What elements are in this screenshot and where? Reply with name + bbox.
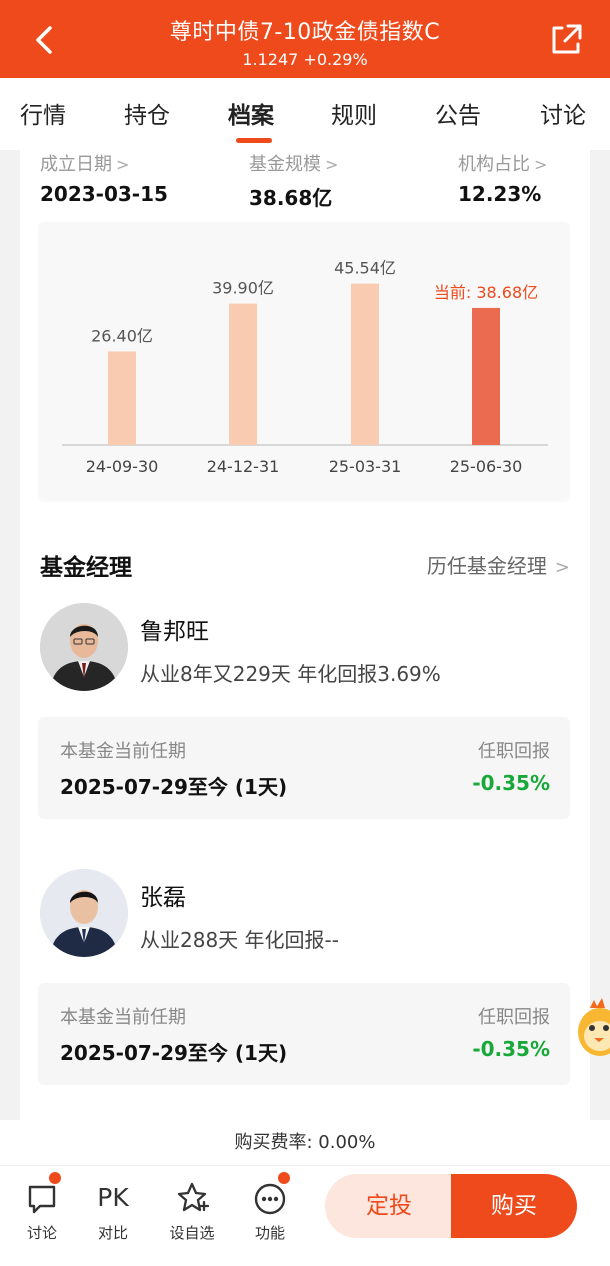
tab-profile[interactable]: 档案 [228, 96, 274, 130]
manager-desc: 从业288天 年化回报-- [140, 928, 339, 952]
manager-tenure-box: 本基金当前任期 2025-07-29至今 (1天) 任职回报 -0.35% [38, 717, 570, 819]
scale-chart-svg: 26.40亿 24-09-30 39.90亿 24-12-31 45.54亿 25-03-… [62, 259, 548, 476]
x-tick-label: 25-06-30 [450, 457, 523, 476]
compare-button[interactable]: PK 对比 [81, 1178, 145, 1243]
compare-label: 对比 [97, 1224, 128, 1242]
avatar[interactable] [40, 603, 128, 691]
tenure-label: 本基金当前任期 [60, 741, 186, 762]
notification-dot [278, 1172, 290, 1184]
buy-button[interactable]: 购买 [451, 1174, 577, 1238]
chevron-right-icon: > [554, 557, 570, 578]
x-tick-label: 24-09-30 [86, 457, 159, 476]
mascot-icon[interactable] [572, 996, 610, 1062]
tab-holdings[interactable]: 持仓 [124, 96, 170, 130]
bottom-action-bar: 讨论 PK 对比 设自选 功能 定投 购买 [0, 1166, 610, 1266]
tab-market[interactable]: 行情 [20, 96, 66, 130]
managers-title: 基金经理 [40, 555, 132, 581]
manager-name[interactable]: 鲁邦旺 [140, 612, 209, 646]
manager-desc: 从业8年又229天 年化回报3.69% [140, 662, 441, 686]
fund-nav-change: 1.1247 +0.29% [242, 50, 368, 69]
establish-date-label: 成立日期 [40, 154, 112, 175]
function-label: 功能 [254, 1224, 285, 1242]
share-icon[interactable] [548, 22, 584, 58]
institution-ratio-label: 机构占比 [458, 154, 530, 175]
chart-bar [229, 303, 257, 445]
x-tick-label: 25-03-31 [329, 457, 402, 476]
chart-bar [351, 283, 379, 445]
manager-photo [40, 869, 128, 957]
tenure-return-label: 任职回报 [478, 1007, 550, 1028]
bar-value-label: 39.90亿 [212, 279, 274, 298]
chevron-right-icon: > [116, 155, 130, 174]
bar-value-label: 当前: 38.68亿 [434, 283, 538, 302]
fund-title: 尊时中债7-10政金债指数C [169, 20, 441, 45]
function-button[interactable]: 功能 [238, 1172, 302, 1243]
notification-dot [49, 1172, 61, 1184]
top-bar: 尊时中债7-10政金债指数C 1.1247 +0.29% [0, 0, 610, 78]
watchlist-button[interactable]: 设自选 [160, 1178, 224, 1243]
star-add-icon [177, 1182, 210, 1212]
manager-tenure-box: 本基金当前任期 2025-07-29至今 (1天) 任职回报 -0.35% [38, 983, 570, 1085]
history-managers-label: 历任基金经理 [426, 554, 547, 578]
tenure-label: 本基金当前任期 [60, 1007, 186, 1028]
tab-bar: 行情 持仓 档案 规则 公告 讨论 [0, 78, 610, 150]
establish-date-value: 2023-03-15 [40, 182, 168, 206]
tenure-value: 2025-07-29至今 (1天) [60, 1041, 288, 1065]
tenure-value: 2025-07-29至今 (1天) [60, 775, 288, 799]
bar-value-label: 45.54亿 [334, 259, 396, 278]
chart-bar [108, 351, 136, 445]
discuss-label: 讨论 [26, 1224, 57, 1242]
tab-discussion[interactable]: 讨论 [540, 96, 586, 130]
tab-rules[interactable]: 规则 [331, 96, 377, 130]
tenure-return-value: -0.35% [472, 771, 550, 795]
history-managers-link[interactable]: 历任基金经理 > [427, 550, 570, 579]
institution-ratio-value: 12.23% [458, 182, 542, 206]
discuss-button[interactable]: 讨论 [10, 1172, 74, 1243]
chat-bubble-icon [28, 1185, 56, 1214]
purchase-fee: 购买费率: 0.00% [0, 1120, 610, 1166]
auto-invest-button[interactable]: 定投 [325, 1174, 453, 1238]
profile-card: 成立日期 > 2023-03-15 基金规模 > 38.68亿 机构占比 > 12.2… [20, 150, 590, 1120]
pk-icon: PK [97, 1183, 129, 1212]
chevron-right-icon: > [534, 155, 548, 174]
tenure-return-value: -0.35% [472, 1037, 550, 1061]
tab-announcements[interactable]: 公告 [435, 96, 481, 130]
tenure-return-label: 任职回报 [478, 741, 550, 762]
chart-bar [472, 307, 500, 445]
manager-photo [40, 603, 128, 691]
x-tick-label: 24-12-31 [207, 457, 280, 476]
active-tab-indicator [236, 138, 272, 143]
watchlist-label: 设自选 [169, 1224, 215, 1242]
fund-scale-value: 38.68亿 [249, 186, 333, 210]
manager-name[interactable]: 张磊 [140, 878, 186, 912]
scale-chart: 26.40亿 24-09-30 39.90亿 24-12-31 45.54亿 25-03-… [38, 222, 570, 502]
chevron-right-icon: > [325, 155, 339, 174]
more-icon [254, 1183, 286, 1215]
fund-scale-label: 基金规模 [249, 154, 321, 175]
avatar[interactable] [40, 869, 128, 957]
bar-value-label: 26.40亿 [91, 326, 153, 345]
